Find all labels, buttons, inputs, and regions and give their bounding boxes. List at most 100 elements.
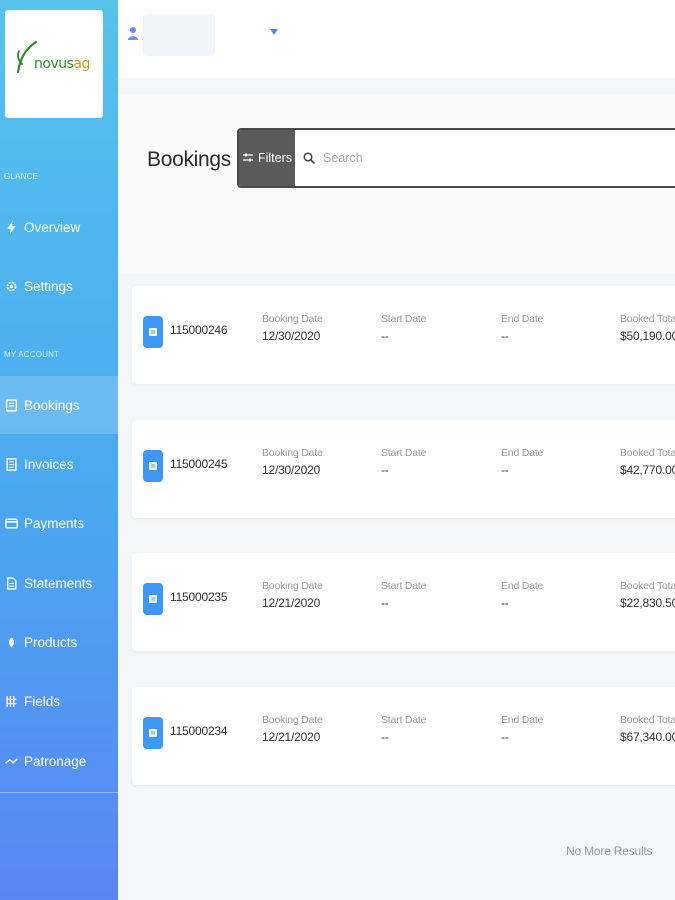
- sidebar-item-settings[interactable]: Settings: [0, 257, 118, 315]
- sidebar-item-invoices[interactable]: Invoices: [0, 435, 118, 493]
- sidebar-item-patronage[interactable]: Patronage: [0, 732, 118, 790]
- booking-date-label: Booking Date: [262, 580, 323, 592]
- sidebar-section-glance: GLANCE: [4, 172, 39, 181]
- start-date-label: Start Date: [381, 313, 427, 325]
- search-icon: [303, 152, 315, 164]
- sidebar-item-label: Invoices: [24, 456, 74, 472]
- booked-total-value: $50,190.00: [620, 329, 675, 343]
- booking-icon: [143, 583, 163, 615]
- booked-total-value: $22,830.50: [620, 596, 675, 610]
- booking-card[interactable]: 115000246 Booking Date 12/30/2020 Start …: [132, 286, 675, 384]
- start-date-value: --: [381, 329, 389, 343]
- start-date-field: Start Date --: [381, 447, 426, 477]
- booked-total-field: Booked Total $50,190.00: [620, 313, 675, 343]
- sidebar-item-label: Fields: [24, 693, 61, 709]
- sidebar-item-products[interactable]: Products: [0, 613, 118, 671]
- end-date-value: --: [501, 596, 509, 610]
- start-date-field: Start Date --: [381, 714, 426, 744]
- sidebar-item-label: Payments: [24, 515, 85, 531]
- sidebar-item-overview[interactable]: Overview: [0, 198, 118, 256]
- end-date-value: --: [501, 730, 509, 744]
- sidebar-item-label: Settings: [24, 278, 73, 294]
- start-date-field: Start Date --: [381, 313, 426, 343]
- booking-number: 115000235: [170, 590, 228, 604]
- page-header: Bookings Filters: [118, 94, 675, 274]
- start-date-label: Start Date: [381, 714, 427, 726]
- start-date-field: Start Date --: [381, 580, 426, 610]
- booking-number: 115000245: [170, 457, 228, 471]
- booked-total-field: Booked Total $67,340.00: [620, 714, 675, 744]
- booking-icon: [143, 717, 163, 749]
- filters-button[interactable]: Filters: [239, 130, 295, 186]
- booked-total-label: Booked Total: [620, 313, 675, 325]
- end-date-field: End Date --: [501, 313, 543, 343]
- product-icon: [4, 634, 18, 650]
- user-icon: [128, 27, 138, 40]
- sliders-icon: [242, 153, 253, 162]
- booking-date-field: Booking Date 12/30/2020: [262, 447, 323, 477]
- booking-card[interactable]: 115000245 Booking Date 12/30/2020 Start …: [132, 420, 675, 518]
- start-date-value: --: [381, 730, 389, 744]
- sidebar-divider: [0, 792, 118, 793]
- end-date-value: --: [501, 329, 509, 343]
- statement-icon: [4, 575, 18, 591]
- booking-icon: [143, 450, 163, 482]
- booked-total-label: Booked Total: [620, 714, 675, 726]
- account-select[interactable]: [143, 14, 215, 56]
- booking-date-field: Booking Date 12/30/2020: [262, 313, 323, 343]
- booking-date-value: 12/30/2020: [262, 329, 321, 343]
- booking-date-value: 12/21/2020: [262, 730, 321, 744]
- filter-bar: Filters: [237, 128, 675, 188]
- end-date-value: --: [501, 463, 509, 477]
- end-date-field: End Date --: [501, 580, 543, 610]
- book-icon: [4, 397, 18, 413]
- booking-number: 115000246: [170, 323, 228, 337]
- sidebar-item-label: Bookings: [24, 397, 80, 413]
- sidebar-item-label: Statements: [24, 575, 93, 591]
- end-date-label: End Date: [501, 313, 544, 325]
- booking-date-label: Booking Date: [262, 313, 323, 325]
- sidebar-item-fields[interactable]: Fields: [0, 672, 118, 730]
- sidebar-item-statements[interactable]: Statements: [0, 554, 118, 612]
- start-date-label: Start Date: [381, 580, 427, 592]
- company-logo[interactable]: novusag: [5, 10, 103, 118]
- booking-date-value: 12/21/2020: [262, 596, 321, 610]
- sidebar-item-payments[interactable]: Payments: [0, 494, 118, 552]
- search-wrap: [295, 130, 675, 186]
- start-date-value: --: [381, 596, 389, 610]
- end-date-field: End Date --: [501, 447, 543, 477]
- logo-text-novus: novus: [34, 56, 74, 72]
- booked-total-value: $67,340.00: [620, 730, 675, 744]
- invoice-icon: [4, 456, 18, 472]
- sidebar-item-label: Patronage: [24, 753, 87, 769]
- end-date-label: End Date: [501, 447, 544, 459]
- booked-total-label: Booked Total: [620, 580, 675, 592]
- booked-total-field: Booked Total $42,770.00: [620, 447, 675, 477]
- chevron-down-icon[interactable]: [270, 29, 278, 35]
- booking-card[interactable]: 115000235 Booking Date 12/21/2020 Start …: [132, 553, 675, 651]
- booking-card[interactable]: 115000234 Booking Date 12/21/2020 Start …: [132, 687, 675, 785]
- gear-icon: [4, 278, 18, 294]
- booked-total-label: Booked Total: [620, 447, 675, 459]
- start-date-value: --: [381, 463, 389, 477]
- sidebar-item-bookings[interactable]: Bookings: [0, 376, 118, 434]
- sidebar: novusag GLANCE Overview Settings MY ACCO…: [0, 0, 118, 900]
- end-date-label: End Date: [501, 714, 544, 726]
- booking-icon: [143, 316, 163, 348]
- no-more-results: No More Results: [566, 844, 653, 858]
- patronage-icon: [4, 753, 18, 769]
- page-title: Bookings: [147, 148, 231, 171]
- booking-date-label: Booking Date: [262, 447, 323, 459]
- booking-date-label: Booking Date: [262, 714, 323, 726]
- booked-total-field: Booked Total $22,830.50: [620, 580, 675, 610]
- booking-date-field: Booking Date 12/21/2020: [262, 714, 323, 744]
- booking-date-field: Booking Date 12/21/2020: [262, 580, 323, 610]
- fields-icon: [4, 693, 18, 709]
- end-date-field: End Date --: [501, 714, 543, 744]
- sidebar-section-my-account: MY ACCOUNT: [4, 350, 60, 359]
- filters-label: Filters: [257, 151, 293, 165]
- search-input[interactable]: [323, 151, 603, 165]
- top-bar: [118, 0, 675, 78]
- card-icon: [4, 515, 18, 531]
- logo-text-ag: ag: [73, 56, 90, 72]
